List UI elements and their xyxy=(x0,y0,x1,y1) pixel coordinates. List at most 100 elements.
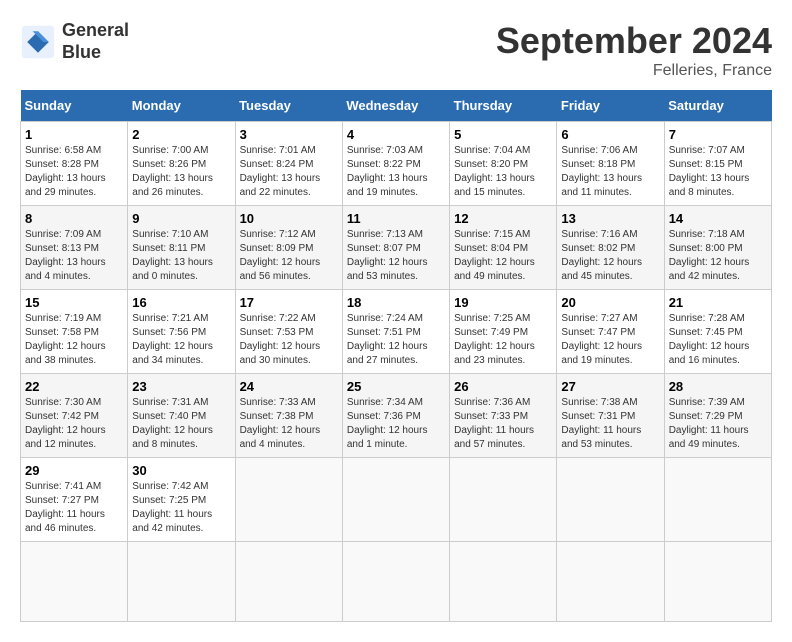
day-number: 5 xyxy=(454,127,552,142)
col-monday: Monday xyxy=(128,90,235,122)
calendar-cell xyxy=(664,458,771,542)
calendar-row: 1 Sunrise: 6:58 AM Sunset: 8:28 PM Dayli… xyxy=(21,122,772,206)
calendar-cell xyxy=(342,542,449,622)
day-info: Sunrise: 7:18 AM Sunset: 8:00 PM Dayligh… xyxy=(669,228,767,284)
day-number: 3 xyxy=(240,127,338,142)
calendar-cell: 4 Sunrise: 7:03 AM Sunset: 8:22 PM Dayli… xyxy=(342,122,449,206)
day-number: 28 xyxy=(669,379,767,394)
day-number: 25 xyxy=(347,379,445,394)
day-info: Sunrise: 7:30 AM Sunset: 7:42 PM Dayligh… xyxy=(25,396,123,452)
calendar-row xyxy=(21,542,772,622)
calendar-cell: 3 Sunrise: 7:01 AM Sunset: 8:24 PM Dayli… xyxy=(235,122,342,206)
day-number: 4 xyxy=(347,127,445,142)
calendar-cell: 24 Sunrise: 7:33 AM Sunset: 7:38 PM Dayl… xyxy=(235,374,342,458)
calendar-cell xyxy=(128,542,235,622)
day-number: 14 xyxy=(669,211,767,226)
day-number: 26 xyxy=(454,379,552,394)
day-number: 15 xyxy=(25,295,123,310)
calendar-cell: 26 Sunrise: 7:36 AM Sunset: 7:33 PM Dayl… xyxy=(450,374,557,458)
calendar-cell xyxy=(557,542,664,622)
calendar-cell xyxy=(21,542,128,622)
calendar-cell: 28 Sunrise: 7:39 AM Sunset: 7:29 PM Dayl… xyxy=(664,374,771,458)
calendar-cell: 23 Sunrise: 7:31 AM Sunset: 7:40 PM Dayl… xyxy=(128,374,235,458)
calendar-cell xyxy=(235,458,342,542)
day-info: Sunrise: 7:34 AM Sunset: 7:36 PM Dayligh… xyxy=(347,396,445,452)
logo-text: General Blue xyxy=(62,20,129,63)
calendar-cell: 25 Sunrise: 7:34 AM Sunset: 7:36 PM Dayl… xyxy=(342,374,449,458)
day-number: 20 xyxy=(561,295,659,310)
calendar-cell: 5 Sunrise: 7:04 AM Sunset: 8:20 PM Dayli… xyxy=(450,122,557,206)
calendar-cell: 14 Sunrise: 7:18 AM Sunset: 8:00 PM Dayl… xyxy=(664,206,771,290)
day-info: Sunrise: 7:33 AM Sunset: 7:38 PM Dayligh… xyxy=(240,396,338,452)
day-number: 29 xyxy=(25,463,123,478)
day-info: Sunrise: 7:10 AM Sunset: 8:11 PM Dayligh… xyxy=(132,228,230,284)
calendar-cell xyxy=(664,542,771,622)
day-number: 9 xyxy=(132,211,230,226)
col-wednesday: Wednesday xyxy=(342,90,449,122)
col-thursday: Thursday xyxy=(450,90,557,122)
day-info: Sunrise: 7:41 AM Sunset: 7:27 PM Dayligh… xyxy=(25,480,123,536)
calendar-cell xyxy=(342,458,449,542)
calendar-cell: 27 Sunrise: 7:38 AM Sunset: 7:31 PM Dayl… xyxy=(557,374,664,458)
day-number: 11 xyxy=(347,211,445,226)
calendar-cell: 9 Sunrise: 7:10 AM Sunset: 8:11 PM Dayli… xyxy=(128,206,235,290)
month-title: September 2024 xyxy=(496,20,772,62)
calendar-cell xyxy=(557,458,664,542)
day-info: Sunrise: 7:09 AM Sunset: 8:13 PM Dayligh… xyxy=(25,228,123,284)
calendar-cell: 29 Sunrise: 7:41 AM Sunset: 7:27 PM Dayl… xyxy=(21,458,128,542)
day-info: Sunrise: 7:16 AM Sunset: 8:02 PM Dayligh… xyxy=(561,228,659,284)
calendar-cell: 18 Sunrise: 7:24 AM Sunset: 7:51 PM Dayl… xyxy=(342,290,449,374)
day-number: 16 xyxy=(132,295,230,310)
day-number: 1 xyxy=(25,127,123,142)
calendar-cell: 17 Sunrise: 7:22 AM Sunset: 7:53 PM Dayl… xyxy=(235,290,342,374)
day-number: 19 xyxy=(454,295,552,310)
day-info: Sunrise: 7:19 AM Sunset: 7:58 PM Dayligh… xyxy=(25,312,123,368)
day-info: Sunrise: 7:24 AM Sunset: 7:51 PM Dayligh… xyxy=(347,312,445,368)
calendar-cell: 21 Sunrise: 7:28 AM Sunset: 7:45 PM Dayl… xyxy=(664,290,771,374)
calendar-cell: 11 Sunrise: 7:13 AM Sunset: 8:07 PM Dayl… xyxy=(342,206,449,290)
day-info: Sunrise: 7:42 AM Sunset: 7:25 PM Dayligh… xyxy=(132,480,230,536)
calendar-cell: 12 Sunrise: 7:15 AM Sunset: 8:04 PM Dayl… xyxy=(450,206,557,290)
col-friday: Friday xyxy=(557,90,664,122)
day-info: Sunrise: 6:58 AM Sunset: 8:28 PM Dayligh… xyxy=(25,144,123,200)
calendar-cell: 16 Sunrise: 7:21 AM Sunset: 7:56 PM Dayl… xyxy=(128,290,235,374)
day-number: 17 xyxy=(240,295,338,310)
day-info: Sunrise: 7:12 AM Sunset: 8:09 PM Dayligh… xyxy=(240,228,338,284)
day-number: 8 xyxy=(25,211,123,226)
day-info: Sunrise: 7:03 AM Sunset: 8:22 PM Dayligh… xyxy=(347,144,445,200)
calendar-cell: 19 Sunrise: 7:25 AM Sunset: 7:49 PM Dayl… xyxy=(450,290,557,374)
calendar-cell: 10 Sunrise: 7:12 AM Sunset: 8:09 PM Dayl… xyxy=(235,206,342,290)
day-number: 18 xyxy=(347,295,445,310)
calendar-cell xyxy=(235,542,342,622)
calendar-cell: 22 Sunrise: 7:30 AM Sunset: 7:42 PM Dayl… xyxy=(21,374,128,458)
calendar-cell: 7 Sunrise: 7:07 AM Sunset: 8:15 PM Dayli… xyxy=(664,122,771,206)
day-number: 24 xyxy=(240,379,338,394)
logo: General Blue xyxy=(20,20,129,63)
day-info: Sunrise: 7:25 AM Sunset: 7:49 PM Dayligh… xyxy=(454,312,552,368)
day-number: 30 xyxy=(132,463,230,478)
day-info: Sunrise: 7:27 AM Sunset: 7:47 PM Dayligh… xyxy=(561,312,659,368)
day-number: 2 xyxy=(132,127,230,142)
calendar-table: Sunday Monday Tuesday Wednesday Thursday… xyxy=(20,90,772,622)
calendar-cell: 20 Sunrise: 7:27 AM Sunset: 7:47 PM Dayl… xyxy=(557,290,664,374)
calendar-cell: 30 Sunrise: 7:42 AM Sunset: 7:25 PM Dayl… xyxy=(128,458,235,542)
day-number: 7 xyxy=(669,127,767,142)
calendar-cell: 2 Sunrise: 7:00 AM Sunset: 8:26 PM Dayli… xyxy=(128,122,235,206)
calendar-row: 15 Sunrise: 7:19 AM Sunset: 7:58 PM Dayl… xyxy=(21,290,772,374)
day-info: Sunrise: 7:28 AM Sunset: 7:45 PM Dayligh… xyxy=(669,312,767,368)
day-number: 27 xyxy=(561,379,659,394)
header-row: Sunday Monday Tuesday Wednesday Thursday… xyxy=(21,90,772,122)
day-number: 23 xyxy=(132,379,230,394)
day-info: Sunrise: 7:00 AM Sunset: 8:26 PM Dayligh… xyxy=(132,144,230,200)
day-info: Sunrise: 7:38 AM Sunset: 7:31 PM Dayligh… xyxy=(561,396,659,452)
day-info: Sunrise: 7:22 AM Sunset: 7:53 PM Dayligh… xyxy=(240,312,338,368)
calendar-row: 22 Sunrise: 7:30 AM Sunset: 7:42 PM Dayl… xyxy=(21,374,772,458)
col-sunday: Sunday xyxy=(21,90,128,122)
calendar-cell xyxy=(450,458,557,542)
col-saturday: Saturday xyxy=(664,90,771,122)
col-tuesday: Tuesday xyxy=(235,90,342,122)
day-info: Sunrise: 7:21 AM Sunset: 7:56 PM Dayligh… xyxy=(132,312,230,368)
day-info: Sunrise: 7:15 AM Sunset: 8:04 PM Dayligh… xyxy=(454,228,552,284)
logo-icon xyxy=(20,24,56,60)
day-number: 22 xyxy=(25,379,123,394)
